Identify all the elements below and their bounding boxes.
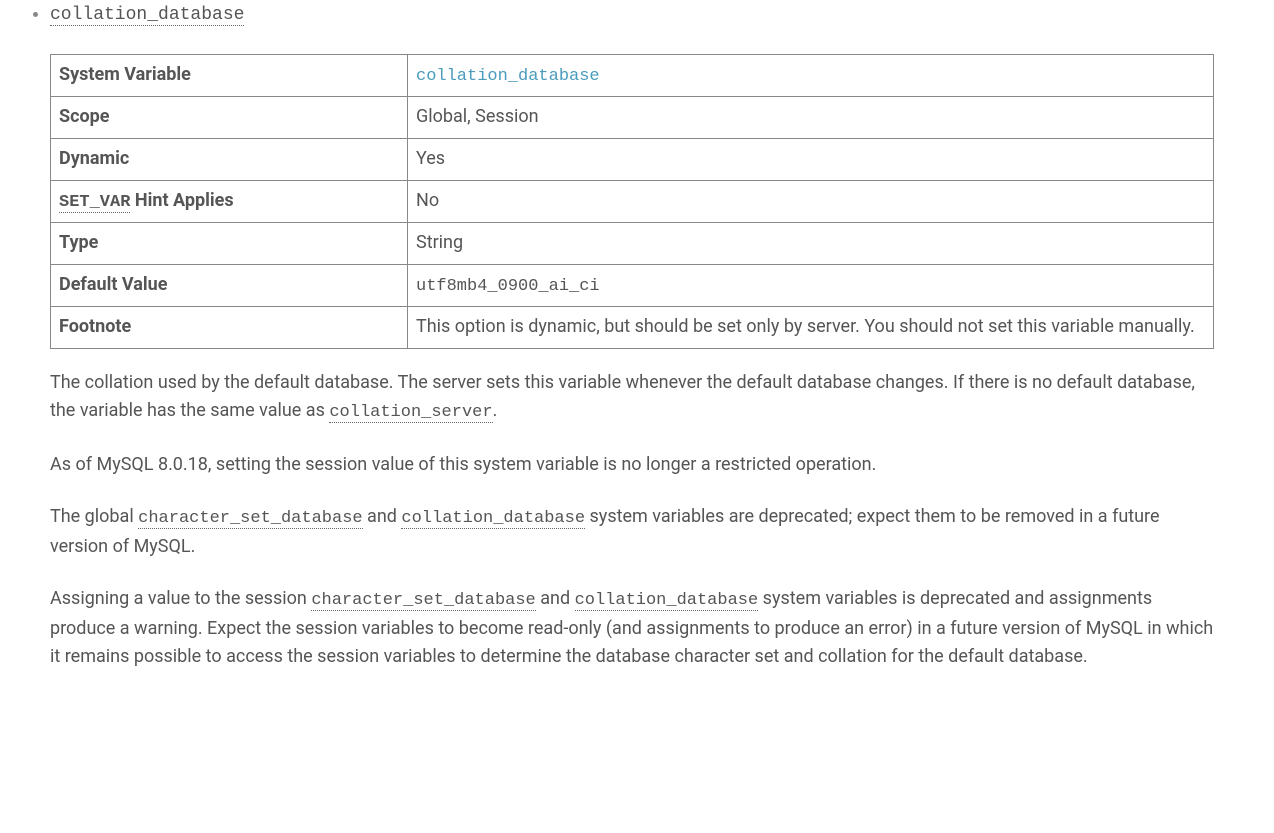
table-row: Default Value utf8mb4_0900_ai_ci xyxy=(51,264,1214,306)
link-character-set-database[interactable]: character_set_database xyxy=(138,506,362,527)
link-collation-database[interactable]: collation_database xyxy=(575,588,759,609)
table-row: SET_VAR Hint AppliesNo xyxy=(51,180,1214,222)
property-label: SET_VAR Hint Applies xyxy=(51,180,408,222)
set-var-code: SET_VAR xyxy=(59,193,130,213)
table-row: ScopeGlobal, Session xyxy=(51,96,1214,138)
property-value-link[interactable]: collation_database xyxy=(416,64,600,85)
variable-anchor[interactable]: collation_database xyxy=(50,3,244,24)
property-value: utf8mb4_0900_ai_ci xyxy=(408,264,1214,306)
paragraph-2: As of MySQL 8.0.18, setting the session … xyxy=(50,451,1214,480)
table-row: DynamicYes xyxy=(51,138,1214,180)
text: Assigning a value to the session xyxy=(50,588,311,609)
text: The collation used by the default databa… xyxy=(50,372,1195,422)
property-label: Scope xyxy=(51,96,408,138)
paragraph-3: The global character_set_database and co… xyxy=(50,503,1214,561)
table-row: System Variable collation_database xyxy=(51,54,1214,96)
property-table: System Variable collation_database ScopeGl… xyxy=(50,54,1214,349)
link-collation-server[interactable]: collation_server xyxy=(329,400,492,421)
text: Hint Applies xyxy=(130,190,233,211)
property-label: Default Value xyxy=(51,264,408,306)
property-label: Dynamic xyxy=(51,138,408,180)
property-value: Global, Session xyxy=(408,96,1214,138)
table-row: TypeString xyxy=(51,222,1214,264)
property-table-body: System Variable collation_database ScopeGl… xyxy=(51,54,1214,348)
property-label: Type xyxy=(51,222,408,264)
text: The global xyxy=(50,506,138,527)
paragraph-4: Assigning a value to the session charact… xyxy=(50,585,1214,672)
property-value: String xyxy=(408,222,1214,264)
variable-list: collation_database System Variablecollat… xyxy=(60,0,1214,672)
property-label: Footnote xyxy=(51,306,408,348)
link-character-set-database[interactable]: character_set_database xyxy=(311,588,535,609)
property-value: Yes xyxy=(408,138,1214,180)
property-label: System Variable xyxy=(51,54,408,96)
property-value: This option is dynamic, but should be se… xyxy=(408,306,1214,348)
property-value: No xyxy=(408,180,1214,222)
property-value: collation_database xyxy=(408,54,1214,96)
property-value-code: utf8mb4_0900_ai_ci xyxy=(416,277,600,296)
text: . xyxy=(493,400,498,421)
text: and xyxy=(536,588,575,609)
variable-list-item: collation_database System Variable collat… xyxy=(50,0,1214,672)
variable-name: collation_database xyxy=(50,5,244,26)
table-row: FootnoteThis option is dynamic, but shou… xyxy=(51,306,1214,348)
paragraph-1: The collation used by the default databa… xyxy=(50,369,1214,427)
link-collation-database[interactable]: collation_database xyxy=(401,506,585,527)
text: and xyxy=(363,506,402,527)
